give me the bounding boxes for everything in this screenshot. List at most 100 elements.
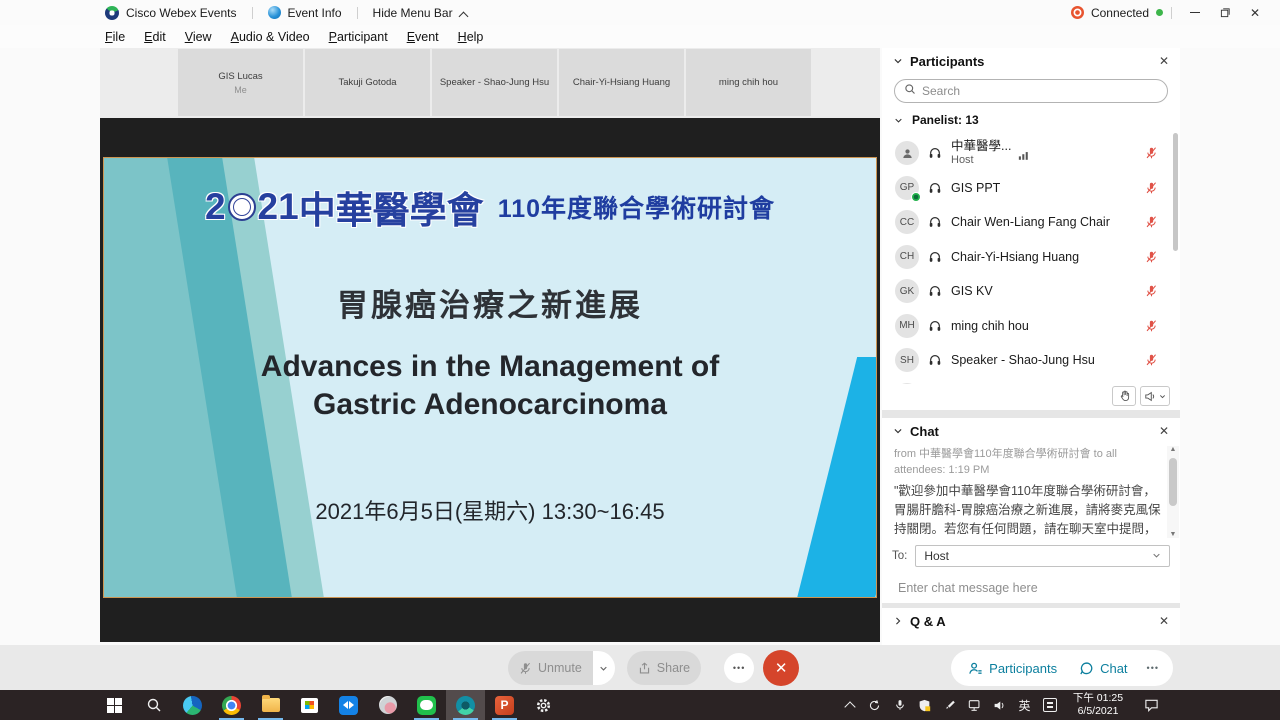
- taskbar-webex-button[interactable]: [446, 690, 485, 720]
- presentation-slide: 221中華醫學會 110年度聯合學術研討會 胃腺癌治療之新進展 Advances…: [103, 157, 877, 598]
- mic-muted-icon[interactable]: [1145, 319, 1158, 332]
- chevron-up-icon[interactable]: [460, 11, 468, 19]
- menu-event[interactable]: Event: [407, 30, 439, 44]
- tray-ime-mode-icon[interactable]: [1037, 690, 1062, 720]
- connected-dot-icon: [1156, 9, 1163, 16]
- mic-muted-icon[interactable]: [1145, 285, 1158, 298]
- taskbar-edge-button[interactable]: [173, 690, 212, 720]
- file-explorer-icon: [262, 698, 280, 712]
- action-center-button[interactable]: [1134, 690, 1168, 720]
- mic-muted-icon[interactable]: [1145, 147, 1158, 160]
- tray-pen-icon[interactable]: [937, 690, 962, 720]
- mic-muted-icon[interactable]: [1145, 354, 1158, 367]
- chat-title: Chat: [910, 424, 939, 439]
- video-tile[interactable]: Takuji Gotoda: [305, 49, 430, 116]
- tray-network-icon[interactable]: [962, 690, 987, 720]
- taskbar-search-button[interactable]: [134, 690, 173, 720]
- chat-messages: from 中華醫學會110年度聯合學術研討會 to all attendees:…: [882, 444, 1167, 540]
- tray-sync-icon[interactable]: [862, 690, 887, 720]
- participant-row[interactable]: MH ming chih hou: [882, 309, 1172, 344]
- tray-volume-icon[interactable]: [987, 690, 1012, 720]
- start-button[interactable]: [95, 690, 134, 720]
- search-icon: [146, 697, 162, 713]
- participant-row[interactable]: CC Chair Wen-Liang Fang Chair: [882, 205, 1172, 240]
- taskbar-line-button[interactable]: [407, 690, 446, 720]
- tray-expand-button[interactable]: [837, 690, 862, 720]
- restore-button[interactable]: [1210, 0, 1240, 25]
- taskbar-powerpoint-button[interactable]: P: [485, 690, 524, 720]
- tray-microphone-icon[interactable]: [887, 690, 912, 720]
- close-qa-button[interactable]: ✕: [1159, 614, 1169, 628]
- participant-row[interactable]: GK GIS KV: [882, 274, 1172, 309]
- participant-row[interactable]: 中華醫學... Host: [882, 136, 1172, 171]
- chat-scrollbar-thumb[interactable]: [1169, 458, 1177, 506]
- avatar: GK: [895, 279, 919, 303]
- scroll-up-icon[interactable]: ▲: [1167, 446, 1179, 453]
- hide-menu-bar-button[interactable]: Hide Menu Bar: [373, 6, 453, 20]
- recipient-dropdown[interactable]: Host: [915, 545, 1170, 567]
- participant-search[interactable]: [894, 79, 1168, 103]
- video-tile-name: Takuji Gotoda: [338, 77, 396, 88]
- video-tile[interactable]: Speaker - Shao-Jung Hsu: [432, 49, 557, 116]
- video-tile[interactable]: Chair-Yi-Hsiang Huang: [559, 49, 684, 116]
- participant-row[interactable]: SH Speaker - Shao-Jung Hsu: [882, 343, 1172, 378]
- taskbar-store-button[interactable]: [290, 690, 329, 720]
- mic-muted-icon[interactable]: [1145, 181, 1158, 194]
- menu-help[interactable]: Help: [458, 30, 484, 44]
- chat-toggle-button[interactable]: Chat: [1068, 650, 1138, 686]
- chevron-down-icon[interactable]: [893, 426, 903, 436]
- more-options-button[interactable]: •••: [724, 653, 754, 683]
- restore-icon: [1220, 7, 1231, 18]
- raise-hand-button[interactable]: [1112, 386, 1136, 406]
- participant-row[interactable]: CH Chair-Yi-Hsiang Huang: [882, 240, 1172, 275]
- feedback-button[interactable]: [1140, 386, 1170, 406]
- mic-muted-icon[interactable]: [1145, 250, 1158, 263]
- leave-event-button[interactable]: ✕: [763, 650, 799, 686]
- slide-date: 2021年6月5日(星期六) 13:30~16:45: [104, 494, 876, 526]
- taskbar-chrome-button[interactable]: [212, 690, 251, 720]
- taskbar-clock[interactable]: 下午 01:25 6/5/2021: [1062, 692, 1134, 718]
- taskbar-explorer-button[interactable]: [251, 690, 290, 720]
- tray-security-icon[interactable]: [912, 690, 937, 720]
- video-tile[interactable]: ming chih hou: [686, 49, 811, 116]
- panelist-group-header[interactable]: Panelist: 13: [882, 106, 1180, 130]
- participant-row[interactable]: GP GIS PPT: [882, 171, 1172, 206]
- scroll-down-icon[interactable]: ▼: [1167, 531, 1179, 538]
- taskbar-teamviewer-button[interactable]: [329, 690, 368, 720]
- close-window-button[interactable]: ✕: [1240, 0, 1270, 25]
- video-tile[interactable]: GIS Lucas Me: [178, 49, 303, 116]
- menu-edit[interactable]: Edit: [144, 30, 166, 44]
- audio-options-button[interactable]: [593, 651, 615, 685]
- mic-muted-icon[interactable]: [1145, 216, 1158, 229]
- tray-language-indicator[interactable]: 英: [1012, 690, 1037, 720]
- participant-row[interactable]: [882, 378, 1172, 385]
- app-title: Cisco Webex Events: [126, 6, 237, 20]
- chevron-down-icon: [1152, 549, 1161, 563]
- participants-toggle-button[interactable]: Participants: [957, 650, 1068, 686]
- chat-panel: Chat ✕ from 中華醫學會110年度聯合學術研討會 to all att…: [882, 418, 1180, 603]
- chat-message-input[interactable]: [898, 581, 1168, 595]
- unmute-button[interactable]: Unmute: [508, 651, 593, 685]
- chat-scrollbar[interactable]: ▲ ▼: [1167, 446, 1179, 538]
- to-label: To:: [892, 550, 907, 562]
- more-panels-button[interactable]: •••: [1139, 663, 1167, 673]
- chevron-down-icon[interactable]: [893, 56, 903, 66]
- menu-file[interactable]: File: [105, 30, 125, 44]
- taskbar-settings-button[interactable]: [524, 690, 563, 720]
- participants-scrollbar-thumb[interactable]: [1173, 133, 1178, 251]
- search-input[interactable]: [922, 84, 1158, 98]
- event-info-link[interactable]: Event Info: [288, 6, 342, 20]
- qa-panel: Q & A ✕: [882, 608, 1180, 645]
- chevron-right-icon[interactable]: [893, 616, 903, 626]
- menu-audio-video[interactable]: Audio & Video: [231, 30, 310, 44]
- close-chat-button[interactable]: ✕: [1159, 424, 1169, 438]
- panel-toggle-group: Participants Chat •••: [951, 650, 1173, 686]
- chevron-down-icon: [1159, 393, 1166, 400]
- taskbar-app-button[interactable]: [368, 690, 407, 720]
- minimize-button[interactable]: [1180, 0, 1210, 25]
- close-participants-button[interactable]: ✕: [1159, 54, 1169, 68]
- menu-view[interactable]: View: [185, 30, 212, 44]
- share-button[interactable]: Share: [627, 651, 701, 685]
- menu-participant[interactable]: Participant: [329, 30, 388, 44]
- video-tile-name: Chair-Yi-Hsiang Huang: [573, 77, 670, 88]
